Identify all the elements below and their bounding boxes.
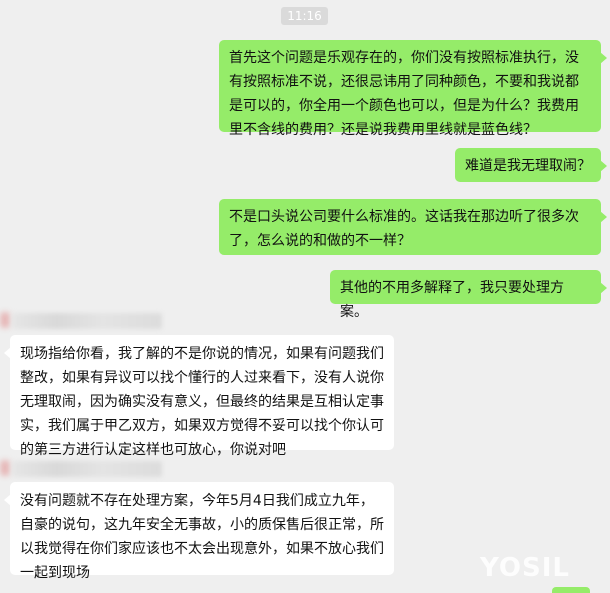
message-bubble-outgoing[interactable]: 不是口头说公司要什么标准的。这话我在那边听了很多次了，怎么说的和做的不一样？	[219, 199, 607, 255]
sender-avatar	[0, 460, 10, 476]
sender-name-redacted	[12, 461, 162, 477]
message-bubble-incoming[interactable]: 没有问题就不存在处理方案，今年5月4日我们成立九年，自豪的说句，这九年安全无事故…	[4, 482, 394, 581]
timestamp-badge: 11:16	[281, 7, 328, 25]
sender-name-redacted	[12, 313, 162, 329]
message-bubble-outgoing[interactable]: 其他的不用多解释了，我只要处理方案。	[330, 270, 607, 320]
chat-window: 11:16 首先这个问题是乐观存在的，你们没有按照标准执行，没有按照标准不说，还…	[0, 0, 610, 593]
message-bubble-incoming[interactable]: 现场指给你看，我了解的不是你说的情况，如果有问题我们整改，如果有异议可以找个懂行…	[4, 335, 394, 458]
message-bubble-outgoing[interactable]: 难道是我无理取闹？	[455, 148, 607, 182]
sender-avatar	[0, 312, 10, 328]
watermark-logo: YOSIL	[480, 553, 570, 583]
message-bubble-outgoing[interactable]: 首先这个问题是乐观存在的，你们没有按照标准执行，没有按照标准不说，还很忌讳用了同…	[219, 40, 607, 138]
message-bubble-outgoing-partial[interactable]	[552, 587, 590, 593]
